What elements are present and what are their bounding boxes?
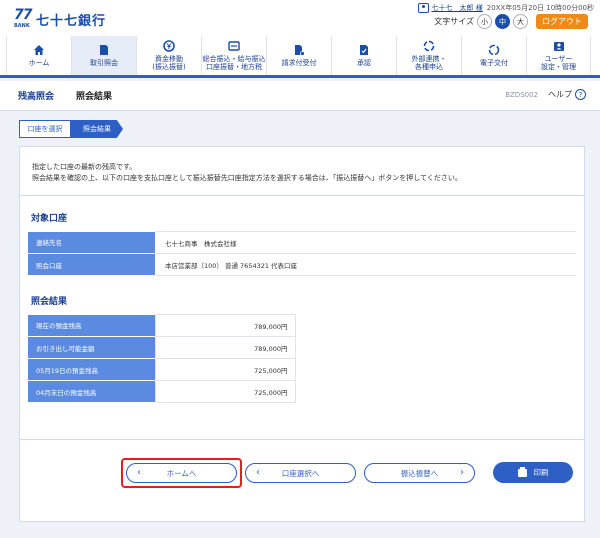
table-cell: 七十七商事 株式会社様	[155, 231, 576, 254]
help-label: ヘルプ	[548, 90, 572, 99]
instruction-message: 指定した口座の最新の残高です。 照会結果を確認の上、以下の口座を支払口座として振…	[32, 162, 462, 184]
table-cell: 本店営業部（100） 普通 7654321 代表口座	[155, 253, 576, 276]
transfer-button-label: 振込振替へ	[400, 468, 439, 478]
help-question-icon: ?	[575, 89, 586, 100]
table-cell: 789,000円	[154, 336, 296, 359]
top-bar: 77 BANK 七十七銀行 七十七 太郎 様 20XX年05月20日 10時00…	[0, 0, 600, 36]
result-title: 照会結果	[31, 297, 68, 307]
help-link[interactable]: ヘルプ ?	[548, 89, 586, 100]
account-select-button-label: 口座選択へ	[281, 468, 320, 478]
page-title: 照会結果	[76, 92, 113, 102]
approval-icon	[360, 45, 368, 55]
bank-logo[interactable]: 77 BANK 七十七銀行	[14, 7, 107, 29]
font-size-medium-button[interactable]: 中	[495, 14, 510, 29]
user-info: 七十七 太郎 様 20XX年05月20日 10時00分00秒	[417, 3, 594, 13]
step-indicator: 口座を選択 照会結果	[19, 120, 123, 138]
page-header: 残高照会 照会結果 BZDS002 ヘルプ ?	[0, 81, 600, 111]
target-account-title: 対象口座	[31, 214, 68, 224]
chevron-left-icon: ‹	[256, 467, 260, 478]
nav-item-user-settings[interactable]: ユーザー 設定・管理	[526, 36, 591, 75]
batch-transfer-icon	[228, 41, 240, 51]
table-cell: 789,000円	[154, 314, 296, 337]
chevron-right-icon: ›	[460, 467, 464, 478]
screen-code: BZDS002	[505, 91, 538, 99]
nav-item-external-link[interactable]: 外部連携・ 各種申込	[396, 36, 461, 75]
step-select-account: 口座を選択	[19, 120, 71, 138]
user-name-link[interactable]: 七十七 太郎 様	[432, 3, 483, 13]
message-line-2: 照会結果を確認の上、以下の口座を支払口座として振込振替先口座指定方法を選択する場…	[32, 174, 462, 182]
table-header-cell: 04月末日の預金残高	[28, 380, 155, 403]
login-timestamp: 20XX年05月20日 10時00分00秒	[486, 4, 594, 12]
nav-item-label: 総合振込・給与振込 口座振替・地方税	[202, 55, 266, 71]
user-card-icon	[417, 3, 429, 13]
table-row: 04月末日の預金残高 725,000円	[28, 380, 296, 403]
main-panel: 指定した口座の最新の残高です。 照会結果を確認の上、以下の口座を支払口座として振…	[19, 146, 585, 522]
table-cell: 725,000円	[154, 380, 296, 403]
nav-item-label: 電子交付	[480, 59, 508, 67]
table-row: 照会口座 本店営業部（100） 普通 7654321 代表口座	[28, 253, 576, 276]
target-account-table: 連絡先名 七十七商事 株式会社様 照会口座 本店営業部（100） 普通 7654…	[28, 231, 576, 276]
nav-item-label: 承認	[357, 59, 371, 67]
home-icon	[34, 45, 44, 55]
bank-name: 七十七銀行	[36, 13, 107, 29]
printer-icon	[517, 466, 527, 477]
table-cell: 725,000円	[154, 358, 296, 381]
nav-item-fund-transfer[interactable]: 資金移動 (振込振替)	[136, 36, 201, 75]
account-select-button[interactable]: ‹ 口座選択へ	[245, 463, 356, 483]
table-header-cell: 現在の預金残高	[28, 314, 155, 337]
nav-item-e-delivery[interactable]: 電子交付	[461, 36, 526, 75]
nav-item-label: ユーザー 設定・管理	[541, 55, 576, 71]
divider	[20, 439, 584, 440]
nav-item-label: ホーム	[28, 59, 50, 67]
nav-item-home[interactable]: ホーム	[6, 36, 71, 75]
logout-button[interactable]: ログアウト	[536, 14, 588, 29]
home-button-label: ホームへ	[166, 468, 197, 478]
step-inquiry-result: 照会結果	[71, 120, 123, 138]
refresh-icon	[488, 44, 500, 56]
font-size-large-button[interactable]: 大	[513, 14, 528, 29]
font-size-label: 文字サイズ	[434, 17, 474, 26]
table-row: お引き出し可能金額 789,000円	[28, 336, 296, 359]
nav-item-batch-transfer[interactable]: 総合振込・給与振込 口座振替・地方税	[201, 36, 266, 75]
font-size-controls: 文字サイズ 小 中 大 ログアウト	[434, 14, 588, 29]
section-title: 残高照会	[18, 92, 55, 102]
table-row: 連絡先名 七十七商事 株式会社様	[28, 231, 576, 254]
table-header-cell: 連絡先名	[28, 231, 155, 254]
nav-item-label: 資金移動 (振込振替)	[152, 55, 186, 71]
bank-logo-mark: 77 BANK	[14, 7, 34, 29]
nav-item-transaction-inquiry[interactable]: 取引照会	[71, 36, 136, 75]
nav-item-approval[interactable]: 承認	[331, 36, 396, 75]
nav-item-label: 請求付受付	[281, 59, 317, 67]
divider	[20, 195, 584, 196]
nav-item-billing[interactable]: 請求付受付	[266, 36, 331, 75]
transfer-button[interactable]: 振込振替へ ›	[364, 463, 475, 483]
print-button[interactable]: 印刷	[493, 462, 573, 483]
yen-transfer-icon	[163, 40, 175, 52]
table-header-cell: 05月19日の預金残高	[28, 358, 155, 381]
document-icon	[100, 45, 108, 55]
table-row: 05月19日の預金残高 725,000円	[28, 358, 296, 381]
global-nav: ホーム 取引照会 資金移動 (振込振替) 総合振込・給与振込 口座振替・地方税 …	[0, 36, 600, 78]
balance-table: 現在の預金残高 789,000円 お引き出し可能金額 789,000円 05月1…	[28, 314, 296, 403]
home-button[interactable]: ‹ ホームへ	[126, 463, 237, 483]
logo-number: 77	[14, 7, 33, 23]
link-icon	[423, 40, 435, 52]
font-size-small-button[interactable]: 小	[477, 14, 492, 29]
print-button-label: 印刷	[533, 468, 549, 477]
nav-item-label: 外部連携・ 各種申込	[411, 55, 447, 71]
nav-item-label: 取引照会	[90, 59, 118, 67]
user-settings-icon	[553, 42, 564, 51]
message-line-1: 指定した口座の最新の残高です。	[32, 163, 137, 171]
table-row: 現在の預金残高 789,000円	[28, 314, 296, 337]
logo-bank-text: BANK	[14, 23, 30, 29]
table-header-cell: 照会口座	[28, 253, 155, 276]
table-header-cell: お引き出し可能金額	[28, 336, 155, 359]
chevron-left-icon: ‹	[137, 467, 141, 478]
person-doc-icon	[295, 45, 305, 56]
